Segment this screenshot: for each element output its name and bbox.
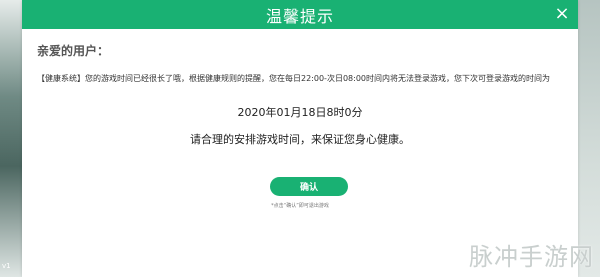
exit-hint-text: *点击“确认”即可退出游戏 [271, 203, 329, 209]
close-icon[interactable]: × [552, 4, 572, 24]
dialog-title: 温馨提示 [265, 6, 334, 26]
health-reminder-dialog: 温馨提示 × 亲爱的用户： 【健康系统】您的游戏时间已经很长了哦，根据健康规则的… [22, 0, 578, 277]
health-advice-text: 请合理的安排游戏时间，来保证您身心健康。 [190, 133, 410, 146]
dialog-titlebar: 温馨提示 × [22, 0, 578, 29]
background-left-edge [0, 0, 22, 277]
version-label: v1 [2, 262, 11, 270]
health-notice-text: 【健康系统】您的游戏时间已经很长了哦，根据健康规则的提醒，您在每日22:00-次… [37, 74, 550, 83]
next-login-datetime: 2020年01月18日8时0分 [237, 106, 363, 119]
greeting-text: 亲爱的用户： [37, 44, 110, 58]
confirm-button[interactable]: 确认 [270, 177, 348, 196]
site-watermark: 脉冲手游网 [469, 243, 594, 271]
background-right-edge [578, 0, 600, 277]
